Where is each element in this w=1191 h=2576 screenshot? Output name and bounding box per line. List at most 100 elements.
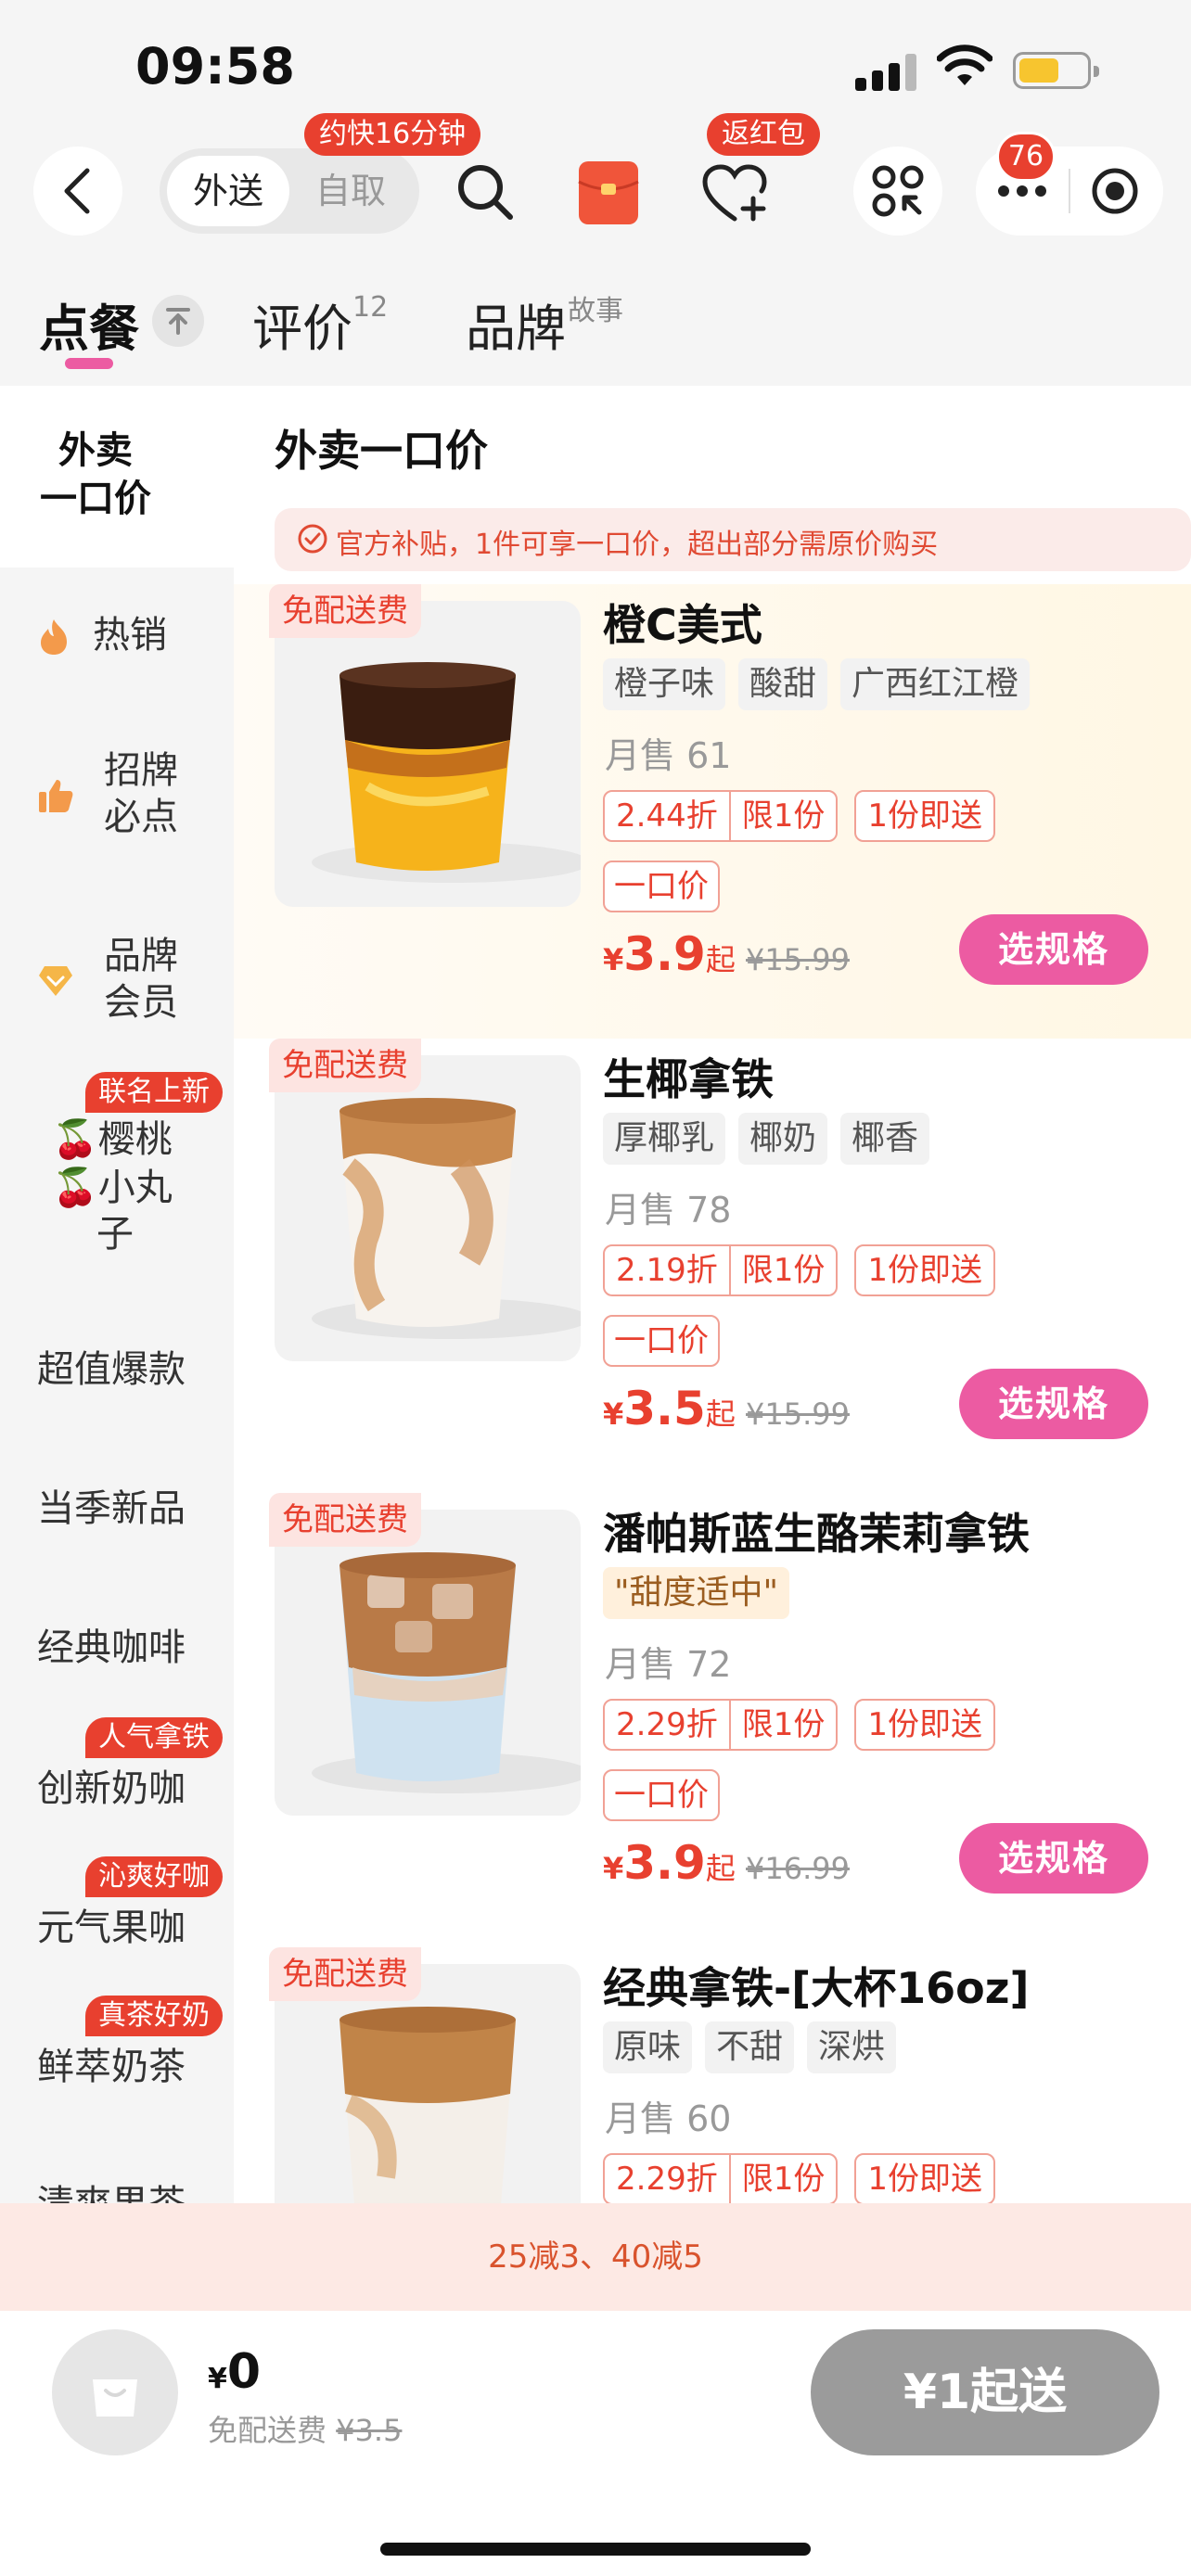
sidebar-label-2: 🍒小丸 xyxy=(52,1167,173,1209)
signal-icon xyxy=(855,54,920,91)
purchase-limit: 限1份 xyxy=(728,1701,837,1749)
price-value: 3.9 xyxy=(623,1836,706,1890)
discount-group: 2.29折 限1份 xyxy=(603,1699,839,1751)
search-icon[interactable] xyxy=(455,161,516,223)
product-card[interactable]: 免配送费 生椰拿铁 厚椰乳 椰奶 椰香 月售 78 2.19折 限1份 1份即送… xyxy=(234,1039,1191,1493)
product-price: ¥3.9起 xyxy=(603,1836,736,1890)
sidebar-label-3: 子 xyxy=(96,1213,134,1256)
discount-rate: 2.29折 xyxy=(616,1706,718,1743)
member-diamond-icon xyxy=(39,966,72,996)
price-suffix: 起 xyxy=(705,942,736,977)
fee-original: ¥3.5 xyxy=(336,2413,403,2448)
tab-review[interactable]: 评价 xyxy=(252,287,352,361)
product-tag: 椰香 xyxy=(840,1113,930,1165)
favorite-heart-icon[interactable] xyxy=(701,163,768,224)
select-spec-button[interactable]: 选规格 xyxy=(959,1823,1148,1894)
min-order-group: 1份即送 xyxy=(854,1244,995,1296)
product-price: ¥3.5起 xyxy=(603,1382,736,1435)
grid-icon xyxy=(872,165,924,217)
min-deliver: 1份即送 xyxy=(867,797,982,835)
monthly-sales: 月售 72 xyxy=(605,1644,732,1685)
product-name: 生椰拿铁 xyxy=(603,1054,774,1104)
more-dots-icon[interactable] xyxy=(996,182,1048,200)
select-spec-button[interactable]: 选规格 xyxy=(959,914,1148,985)
sidebar-label-2: 必点 xyxy=(104,796,178,838)
discount-rate: 2.44折 xyxy=(616,797,718,835)
sidebar-item-active[interactable]: 外卖 一口价 xyxy=(0,386,234,567)
product-image xyxy=(275,1510,581,1816)
thumb-up-icon xyxy=(39,780,73,812)
pin-top-button[interactable] xyxy=(152,295,204,347)
product-name: 经典拿铁-[大杯16oz] xyxy=(603,1963,1030,2013)
brand-sup-label: 故事 xyxy=(568,295,623,327)
price-value: 3.9 xyxy=(623,927,706,981)
min-deliver: 1份即送 xyxy=(867,2161,982,2198)
tab-order[interactable]: 点餐 xyxy=(39,287,139,361)
discount-rate: 2.29折 xyxy=(616,2161,718,2198)
price-value: 3.5 xyxy=(623,1382,706,1435)
discount-group: 2.44折 限1份 xyxy=(603,790,839,842)
notice-text: 官方补贴，1件可享一口价，超出部分需原价购买 xyxy=(336,529,939,561)
cart-button[interactable] xyxy=(52,2329,178,2455)
discount-badges: 2.19折 限1份 1份即送 xyxy=(603,1244,995,1296)
discount-badges: 2.29折 限1份 1份即送 xyxy=(603,1699,995,1751)
sidebar-label: 清爽果茶 xyxy=(37,2181,186,2203)
fire-icon xyxy=(41,619,67,655)
product-name: 橙C美式 xyxy=(603,600,762,650)
min-order-group: 1份即送 xyxy=(854,2153,995,2203)
sidebar-active-line-1: 外卖 xyxy=(58,429,133,472)
hongbao-bubble: 返红包 xyxy=(707,113,820,156)
product-tag: "甜度适中" xyxy=(603,1567,790,1619)
promo-bar[interactable]: 25减3、40减5 xyxy=(0,2203,1191,2311)
sidebar-label: 鲜萃奶茶 xyxy=(37,2046,186,2088)
sidebar-label-1: 招牌 xyxy=(104,749,178,792)
wifi-icon xyxy=(937,45,992,85)
product-card[interactable]: 免配送费 潘帕斯蓝生酪茉莉拿铁 "甜度适中" 月售 72 2.29折 限1份 1… xyxy=(234,1493,1191,1947)
checkout-button[interactable]: ¥1起送 xyxy=(811,2329,1159,2455)
product-image xyxy=(275,601,581,907)
total-value: 0 xyxy=(226,2344,262,2400)
battery-icon xyxy=(1013,52,1099,89)
product-card[interactable]: 免配送费 橙C美式 橙子味 酸甜 广西红江橙 月售 61 2.44折 限1份 1… xyxy=(234,584,1191,1039)
discount-group: 2.29折 限1份 xyxy=(603,2153,839,2203)
mini-program-grid-button[interactable] xyxy=(853,147,942,236)
check-circle-icon xyxy=(298,524,327,554)
sidebar-label: 经典咖啡 xyxy=(37,1626,186,1669)
min-deliver: 1份即送 xyxy=(867,1706,982,1743)
mode-delivery[interactable]: 外送 xyxy=(167,156,289,226)
red-packet-icon[interactable] xyxy=(577,159,640,226)
monthly-sales: 月售 78 xyxy=(605,1190,732,1231)
product-tags: 原味 不甜 深烘 xyxy=(603,2021,897,2073)
cart-bar: ¥0 免配送费 ¥3.5 ¥1起送 xyxy=(0,2311,1191,2576)
tab-brand[interactable]: 品牌 xyxy=(466,287,566,361)
discount-badges: 2.44折 限1份 1份即送 xyxy=(603,790,995,842)
original-price: ¥15.99 xyxy=(746,1396,850,1432)
review-count: 12 xyxy=(352,291,389,324)
delivery-mode-switch[interactable]: 外送 自取 xyxy=(160,148,419,234)
select-spec-button[interactable]: 选规格 xyxy=(959,1369,1148,1439)
cart-total: ¥0 xyxy=(208,2344,261,2400)
free-delivery-tag: 免配送费 xyxy=(269,1039,421,1092)
mode-pickup[interactable]: 自取 xyxy=(289,156,412,226)
fee-label: 免配送费 xyxy=(208,2413,327,2448)
product-tag: 椰奶 xyxy=(738,1113,828,1165)
purchase-limit: 限1份 xyxy=(728,792,837,840)
sidebar-label: 当季新品 xyxy=(37,1487,186,1530)
free-delivery-tag: 免配送费 xyxy=(269,1493,421,1547)
product-name: 潘帕斯蓝生酪茉莉拿铁 xyxy=(603,1509,1030,1559)
eta-bubble: 约快16分钟 xyxy=(304,113,481,156)
product-tags: 厚椰乳 椰奶 椰香 xyxy=(603,1113,930,1165)
sidebar-tag: 真茶好奶 xyxy=(85,1996,223,2036)
delivery-fee: 免配送费 ¥3.5 xyxy=(208,2407,402,2450)
discount-rate: 2.19折 xyxy=(616,1252,718,1289)
flat-price-badge: 一口价 xyxy=(603,1769,720,1821)
sidebar-tag: 沁爽好咖 xyxy=(85,1856,223,1897)
currency: ¥ xyxy=(603,1851,624,1886)
product-card[interactable]: 免配送费 经典拿铁-[大杯16oz] 原味 不甜 深烘 月售 60 2.29折 … xyxy=(234,1947,1191,2203)
close-target-icon[interactable] xyxy=(1089,165,1141,217)
sidebar-label-1: 品牌 xyxy=(104,935,178,977)
sidebar-active-line-2: 一口价 xyxy=(40,478,151,520)
discount-badges: 2.29折 限1份 1份即送 xyxy=(603,2153,995,2203)
back-button[interactable] xyxy=(33,147,122,236)
sidebar-label: 元气果咖 xyxy=(37,1906,186,1949)
